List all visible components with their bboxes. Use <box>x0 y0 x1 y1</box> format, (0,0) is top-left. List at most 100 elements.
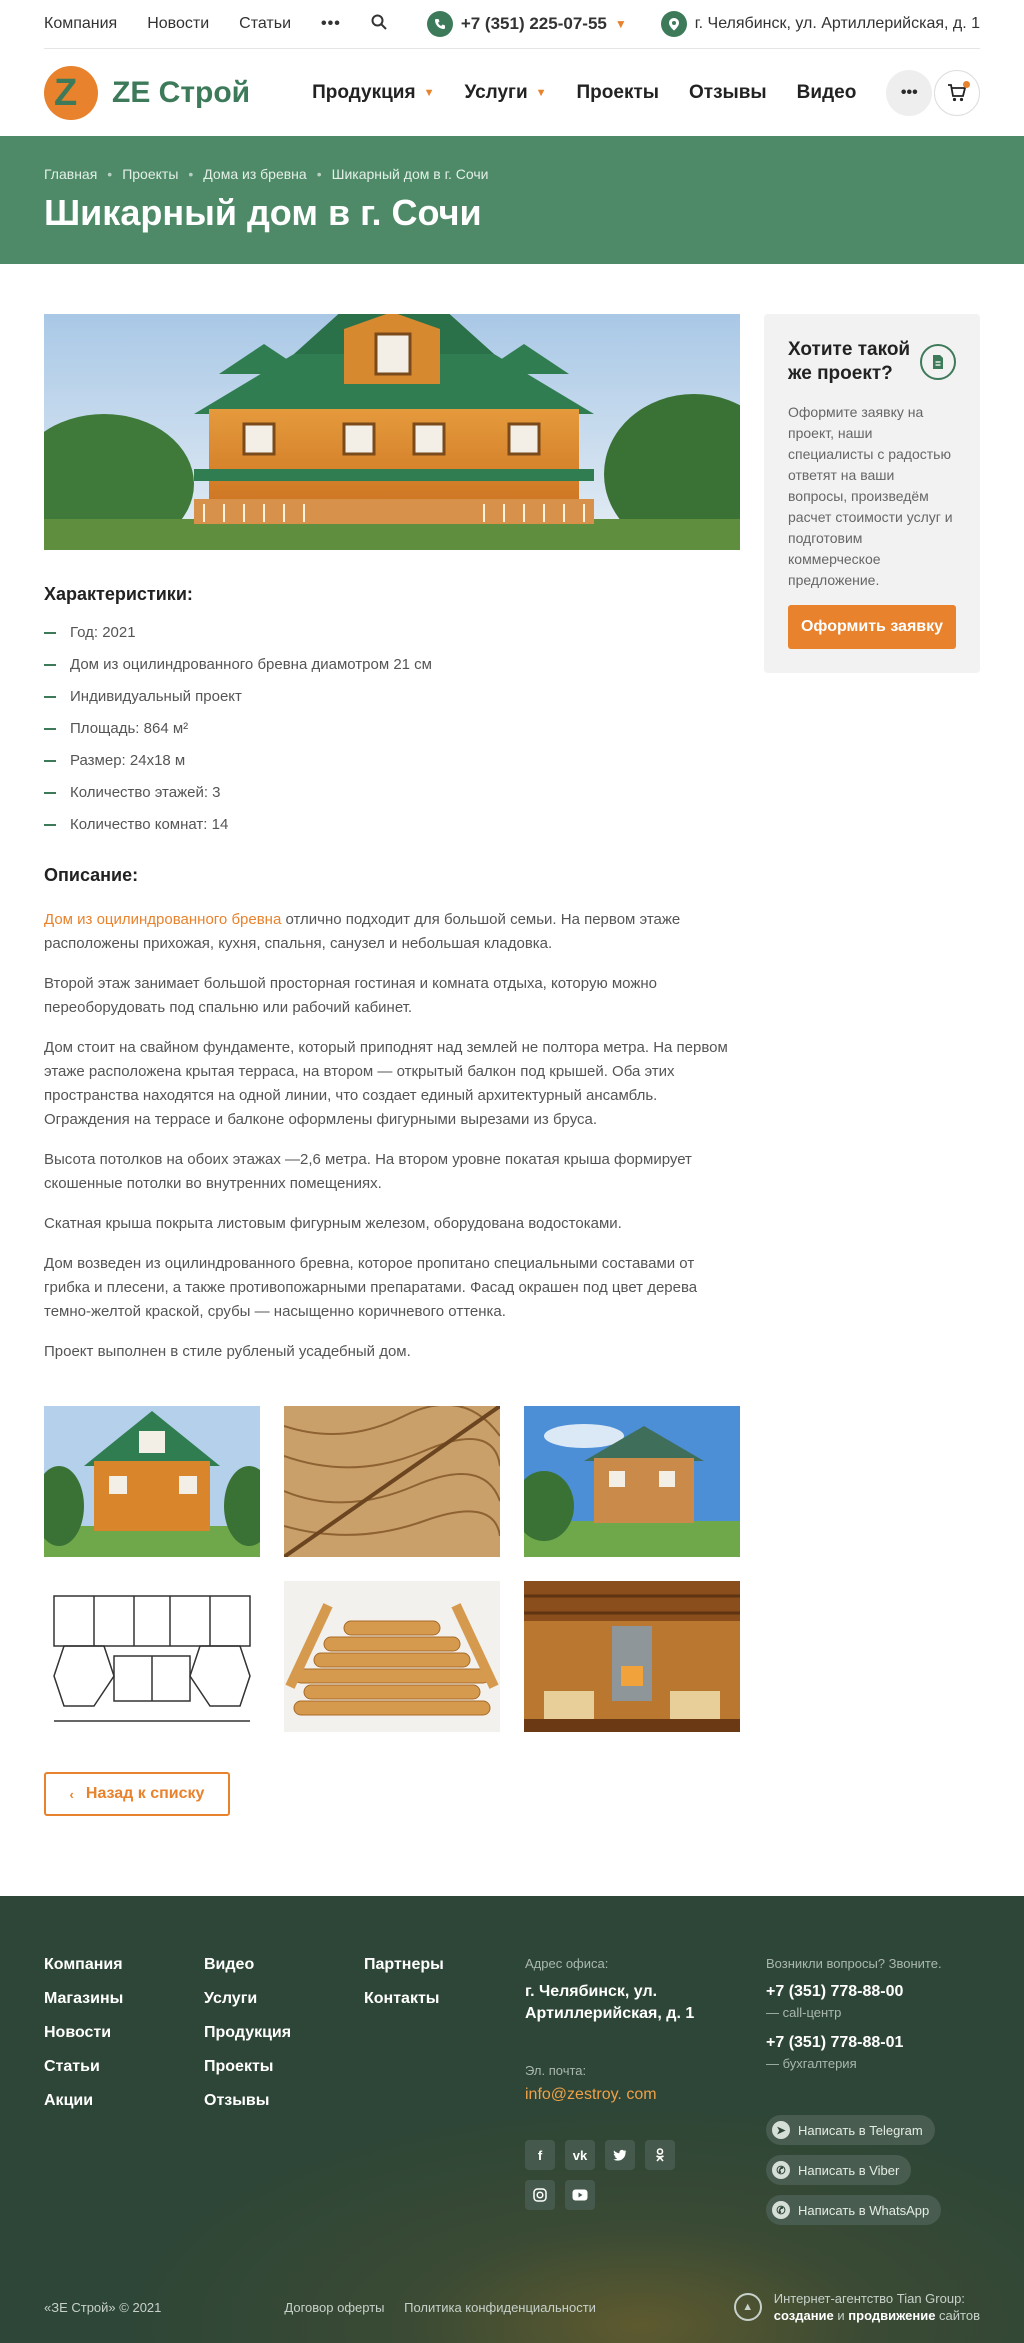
chevron-down-icon: ▼ <box>423 87 435 99</box>
breadcrumb-projects[interactable]: Проекты <box>122 166 178 182</box>
telegram-button[interactable]: ➤ Написать в Telegram <box>766 2115 935 2145</box>
office-address: г. Челябинск, ул. Артиллерийская, д. 1 <box>525 1983 695 2022</box>
list-item: Индивидуальный проект <box>44 681 740 713</box>
nav-item-services[interactable]: Услуги ▼ <box>464 82 546 104</box>
gallery-photo-floor-plan[interactable] <box>44 1581 260 1732</box>
nav-item-video[interactable]: Видео <box>797 82 857 104</box>
order-card-title: Хотите такой же проект? <box>788 339 911 384</box>
footer-bottom: «ЗЕ Строй» © 2021 Договор оферты Политик… <box>44 2287 980 2327</box>
document-icon <box>920 344 956 380</box>
breadcrumb-log-houses[interactable]: Дома из бревна <box>203 166 306 182</box>
page-hero: Главная • Проекты • Дома из бревна • Шикарн… <box>0 136 1024 264</box>
main-house-photo[interactable] <box>44 314 740 550</box>
telegram-icon: ➤ <box>772 2121 790 2139</box>
legal-links: Договор оферты Политика конфиденциальнос… <box>284 2300 612 2315</box>
footer-link[interactable]: Видео <box>204 1956 291 1990</box>
location-pin-icon <box>660 11 687 37</box>
cart-button[interactable] <box>934 70 980 116</box>
nav-item-reviews[interactable]: Отзывы <box>689 82 767 104</box>
footer-link[interactable]: Продукция <box>204 2024 291 2058</box>
description-paragraph: Второй этаж занимает большой просторная … <box>44 975 658 1016</box>
description-paragraph: Проект выполнен в стиле рубленый усадебн… <box>44 1343 411 1360</box>
breadcrumb-home[interactable]: Главная <box>44 166 97 182</box>
offer-agreement-link[interactable]: Договор оферты <box>284 2300 384 2315</box>
phone-number: +7 (351) 225-07-55 <box>460 14 607 33</box>
list-item: Дом из оцилиндрованного бревна диамотром… <box>44 649 740 681</box>
whatsapp-button[interactable]: ✆ Написать в WhatsApp <box>766 2195 942 2225</box>
footer-link[interactable]: Услуги <box>204 1990 291 2024</box>
footer-link[interactable]: Отзывы <box>204 2092 291 2126</box>
gallery-photo-interior[interactable] <box>524 1581 740 1732</box>
description-paragraph: Дом из оцилиндрованного бревна отлично п… <box>44 911 681 952</box>
description-heading: Описание: <box>44 865 139 885</box>
logo-text: ZE Строй <box>112 76 251 109</box>
top-bar: Компания Новости Статьи ••• +7 (351) 225… <box>44 0 980 49</box>
youtube-icon[interactable] <box>565 2180 595 2210</box>
more-links-icon[interactable]: ••• <box>321 15 341 33</box>
characteristics-heading: Характеристики: <box>44 584 193 604</box>
nav-more-button[interactable]: ••• <box>886 70 933 116</box>
footer-nav-col-2: Видео Услуги Продукция Проекты Отзывы <box>204 1956 291 2126</box>
vk-icon[interactable]: vk <box>565 2140 595 2170</box>
cart-badge <box>963 81 970 88</box>
footer-link[interactable]: Статьи <box>44 2058 123 2092</box>
search-icon[interactable] <box>371 14 387 35</box>
social-links: f vk <box>525 2140 715 2210</box>
breadcrumb: Главная • Проекты • Дома из бревна • Шикарн… <box>44 166 489 182</box>
gallery-photo-log-frame[interactable] <box>284 1581 500 1732</box>
address-label: Адрес офиса: <box>525 1956 609 1971</box>
facebook-icon[interactable]: f <box>525 2140 555 2170</box>
footer-link[interactable]: Проекты <box>204 2058 291 2092</box>
instagram-icon[interactable] <box>525 2180 555 2210</box>
logo[interactable]: Z ZE Строй <box>44 66 250 120</box>
email-link[interactable]: info@zestroy. com <box>525 2086 715 2104</box>
gallery-photo-house[interactable] <box>44 1406 260 1557</box>
footer-nav-col-1: Компания Магазины Новости Статьи Акции <box>44 1956 123 2126</box>
footer-address-block: Адрес офиса: г. Челябинск, ул. Артиллери… <box>525 1956 715 2210</box>
footer-link[interactable]: Контакты <box>364 1990 444 2024</box>
description-paragraph: Дом возведен из оцилиндрованного бревна,… <box>44 1255 698 1320</box>
gallery-photo-two-storey-house[interactable] <box>524 1406 740 1557</box>
breadcrumb-current: Шикарный дом в г. Сочи <box>331 166 489 182</box>
nav-item-products[interactable]: Продукция ▼ <box>312 82 434 104</box>
footer-link[interactable]: Компания <box>44 1956 123 1990</box>
log-house-link[interactable]: Дом из оцилиндрованного бревна <box>44 911 281 928</box>
top-link-articles[interactable]: Статьи <box>239 15 291 33</box>
address-text: г. Челябинск, ул. Артиллерийская, д. 1 <box>694 15 981 32</box>
footer-link[interactable]: Магазины <box>44 1990 123 2024</box>
list-item: Размер: 24х18 м <box>44 745 740 777</box>
list-item: Площадь: 864 м² <box>44 713 740 745</box>
order-request-button[interactable]: Оформить заявку <box>788 605 956 649</box>
footer-link[interactable]: Акции <box>44 2092 123 2126</box>
chevron-left-icon: ‹ <box>69 1786 74 1802</box>
list-item: Количество этажей: 3 <box>44 777 740 809</box>
viber-button[interactable]: ✆ Написать в Viber <box>766 2155 912 2185</box>
agency-logo-icon: ▲ <box>733 2293 762 2321</box>
description-paragraph: Скатная крыша покрыта листовым фигурным … <box>44 1215 622 1232</box>
main-nav: Продукция ▼ Услуги ▼ Проекты Отзывы Видео <box>312 82 886 104</box>
email-label: Эл. почта: <box>525 2063 587 2078</box>
main-header: Z ZE Строй Продукция ▼ Услуги ▼ Проекты От… <box>44 50 980 136</box>
top-link-news[interactable]: Новости <box>147 15 209 33</box>
nav-item-projects[interactable]: Проекты <box>577 82 659 104</box>
chevron-down-icon: ▼ <box>614 17 627 31</box>
footer-contacts: Возникли вопросы? Звоните. +7 (351) 778-… <box>766 1956 986 2225</box>
phone-note: — call-центр <box>766 2005 842 2020</box>
twitter-icon[interactable] <box>605 2140 635 2170</box>
photo-gallery <box>44 1406 740 1732</box>
phone-link[interactable]: +7 (351) 778-88-00 <box>766 1983 986 2001</box>
list-item: Год: 2021 <box>44 617 740 649</box>
phone-link[interactable]: +7 (351) 778-88-01 <box>766 2034 986 2052</box>
odnoklassniki-icon[interactable] <box>645 2140 675 2170</box>
address-block: г. Челябинск, ул. Артиллерийская, д. 1 <box>660 11 981 37</box>
back-to-list-button[interactable]: ‹ Назад к списку <box>44 1772 230 1816</box>
logo-mark: Z <box>44 66 98 120</box>
gallery-photo-wood-ceiling[interactable] <box>284 1406 500 1557</box>
phone-dropdown[interactable]: +7 (351) 225-07-55 ▼ <box>426 11 627 37</box>
agency-credit[interactable]: ▲ Интернет-агентство Tian Group: создани… <box>733 2290 980 2324</box>
privacy-policy-link[interactable]: Политика конфиденциальности <box>404 2300 596 2315</box>
description: Дом из оцилиндрованного бревна отлично п… <box>44 908 740 1364</box>
top-link-company[interactable]: Компания <box>44 15 117 33</box>
footer-link[interactable]: Новости <box>44 2024 123 2058</box>
footer-link[interactable]: Партнеры <box>364 1956 444 1990</box>
